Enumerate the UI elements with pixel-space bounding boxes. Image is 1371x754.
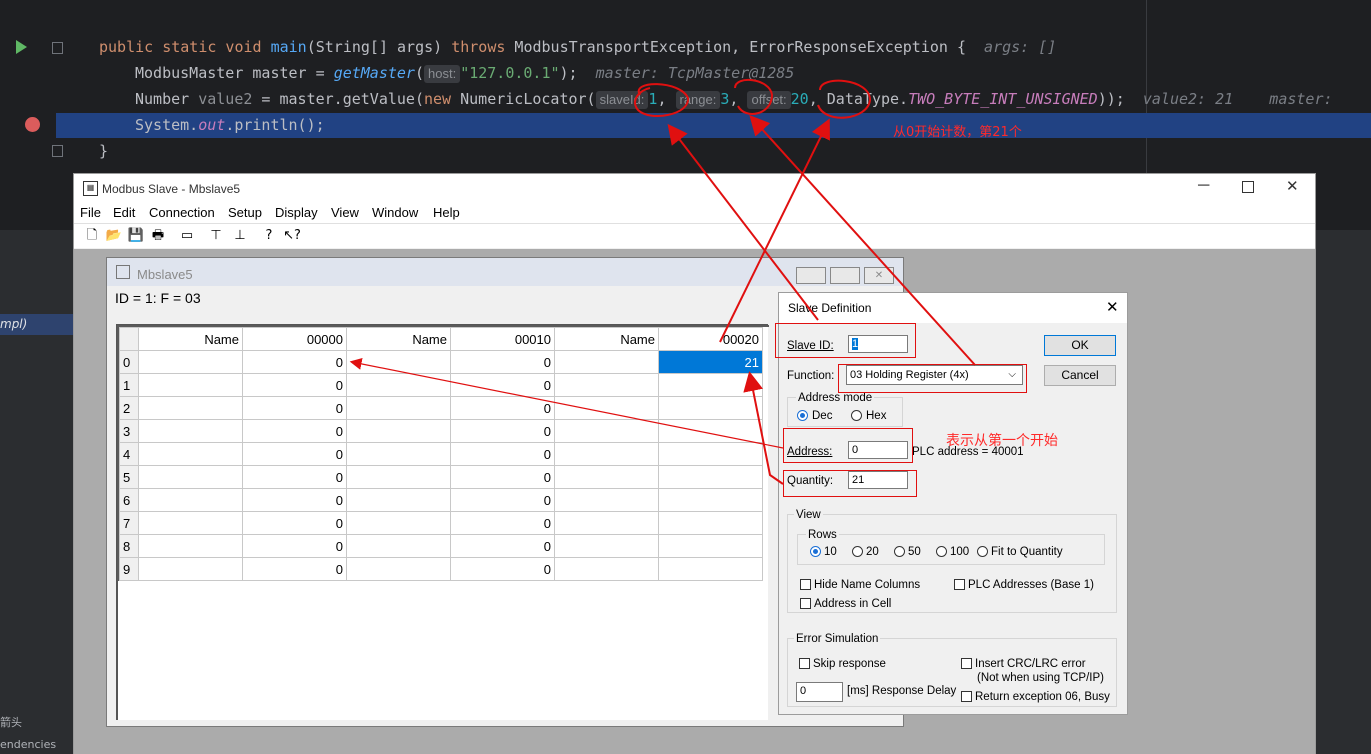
arrow-offset xyxy=(719,118,830,343)
circle-mark-offset xyxy=(817,79,872,119)
arrow-address xyxy=(349,357,784,449)
circle-mark-slaveid xyxy=(634,83,689,117)
annotation-arrows xyxy=(349,78,976,485)
circle-mark-range xyxy=(734,78,774,115)
arrow-range xyxy=(749,115,976,366)
arrow-quantity xyxy=(743,371,784,485)
